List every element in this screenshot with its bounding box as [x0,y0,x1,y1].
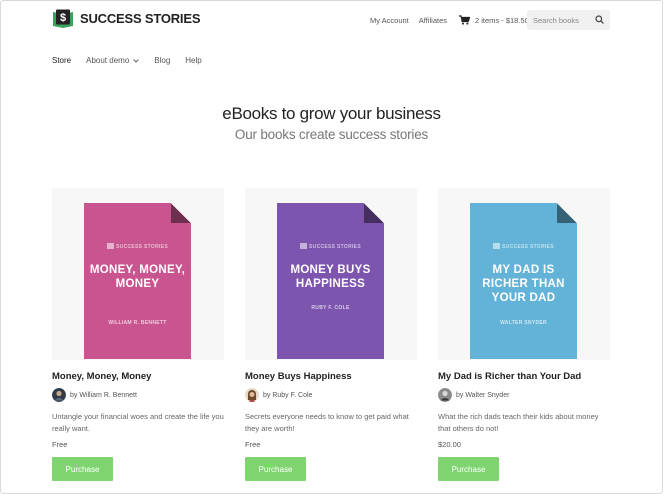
cover-brand: SUCCESS STORIES [84,243,191,250]
page-subtitle: Our books create success stories [234,127,429,142]
product-cover[interactable]: SUCCESS STORIES MONEY BUYS HAPPINESS RUB… [245,188,417,360]
cover-author: RUBY F. COLE [311,305,350,311]
purchase-button[interactable]: Purchase [52,457,113,481]
cover-title: MONEY BUYS HAPPINESS [290,264,371,290]
cover-brand-text: SUCCESS STORIES [309,244,361,250]
book-icon [300,243,308,249]
cover-author: WILLIAM R. BENNETT [108,320,167,326]
nav-item-store[interactable]: Store [52,56,71,65]
page-title: eBooks to grow your business [222,104,441,123]
nav-item-label: About demo [86,56,130,65]
product-name[interactable]: Money Buys Happiness [245,371,417,382]
svg-text:$: $ [60,12,66,24]
product-name[interactable]: My Dad is Richer than Your Dad [438,371,610,382]
product-description: Secrets everyone needs to know to get pa… [245,412,409,433]
product-card: SUCCESS STORIES MONEY, MONEY, MONEY WILL… [52,188,224,481]
product-name[interactable]: Money, Money, Money [52,371,224,382]
book-cover: SUCCESS STORIES MY DAD IS RICHER THAN YO… [470,203,577,359]
cover-author: WALTER SNYDER [500,320,547,326]
my-account-link[interactable]: My Account [370,16,409,25]
author-name: by Walter Snyder [456,391,510,399]
affiliates-link[interactable]: Affiliates [419,16,447,25]
purchase-button[interactable]: Purchase [245,457,306,481]
cover-brand-text: SUCCESS STORIES [502,244,554,250]
avatar [52,388,66,402]
product-cover[interactable]: SUCCESS STORIES MY DAD IS RICHER THAN YO… [438,188,610,360]
cover-title: MONEY, MONEY, MONEY [89,264,186,290]
cart-summary: 2 items - $18.50 [475,15,529,25]
cover-title: MY DAD IS RICHER THAN YOUR DAD [482,264,565,304]
search-input[interactable] [533,15,595,25]
book-icon [493,243,501,249]
author-name: by William R. Bennett [70,391,137,399]
product-author: by Ruby F. Cole [245,388,417,402]
main-nav: Store About demo Blog Help [52,56,217,65]
header-links: My Account Affiliates 2 items - $18.50 [370,15,529,25]
page-fold [364,203,384,223]
site-logo[interactable]: $ SUCCESS STORIES [52,9,200,28]
nav-item-about-demo[interactable]: About demo [86,56,140,65]
chevron-down-icon [133,58,140,63]
site-name: SUCCESS STORIES [80,11,201,26]
book-dollar-icon: $ [53,9,73,28]
product-description: What the rich dads teach their kids abou… [438,412,599,433]
product-cover[interactable]: SUCCESS STORIES MONEY, MONEY, MONEY WILL… [52,188,224,360]
author-name: by Ruby F. Cole [263,391,313,399]
product-description: Untangle your financial woes and create … [52,412,224,433]
product-price: $20.00 [438,440,461,449]
search-box [527,10,610,30]
nav-item-blog[interactable]: Blog [154,56,170,65]
book-cover: SUCCESS STORIES MONEY BUYS HAPPINESS RUB… [277,203,384,359]
book-cover: SUCCESS STORIES MONEY, MONEY, MONEY WILL… [84,203,191,359]
product-card: SUCCESS STORIES MONEY BUYS HAPPINESS RUB… [245,188,417,481]
nav-item-help[interactable]: Help [185,56,201,65]
purchase-button[interactable]: Purchase [438,457,499,481]
avatar [245,388,259,402]
page-fold [171,203,191,223]
product-author: by Walter Snyder [438,388,610,402]
cover-brand: SUCCESS STORIES [277,243,384,250]
product-card: SUCCESS STORIES MY DAD IS RICHER THAN YO… [438,188,610,481]
product-author: by William R. Bennett [52,388,224,402]
book-icon [107,243,115,249]
cover-brand: SUCCESS STORIES [470,243,577,250]
page-fold [557,203,577,223]
cart-icon [459,15,470,25]
product-price: Free [52,440,68,449]
cart-link[interactable]: 2 items - $18.50 [459,15,529,25]
cover-brand-text: SUCCESS STORIES [116,244,168,250]
search-icon[interactable] [595,15,604,24]
product-price: Free [245,440,261,449]
avatar [438,388,452,402]
